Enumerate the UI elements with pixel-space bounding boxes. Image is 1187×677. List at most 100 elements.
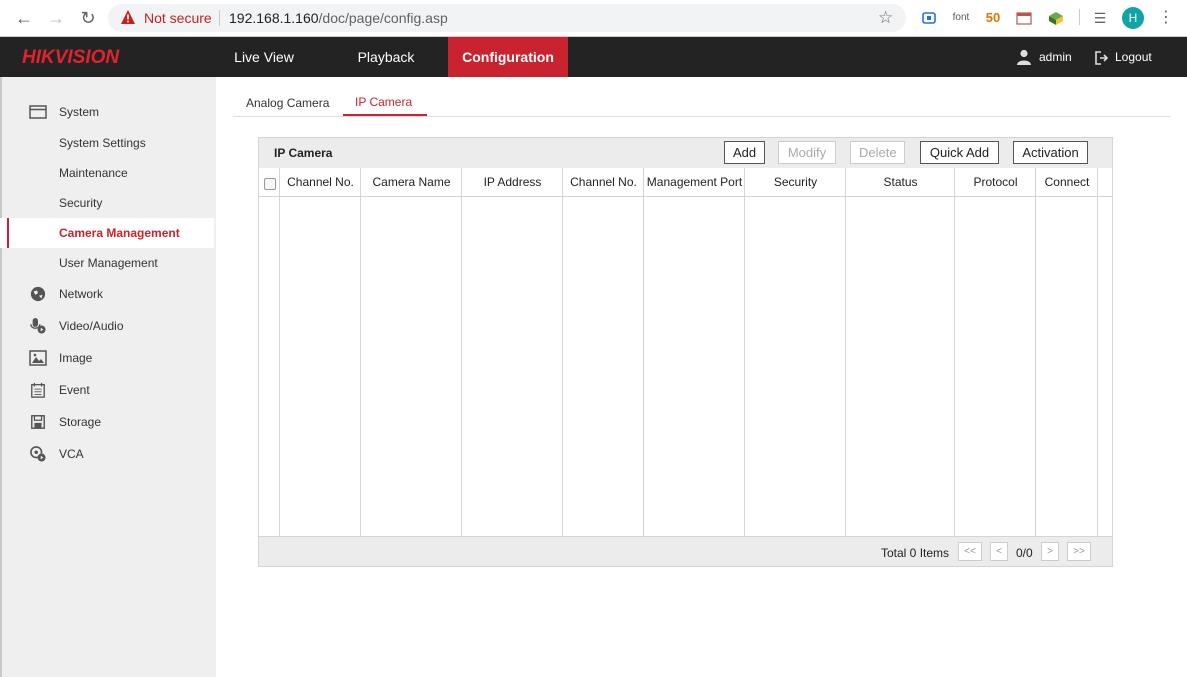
reload-icon[interactable]: ↻ [78,8,98,28]
sidebar-item-label: Security [59,196,103,210]
vca-icon [30,446,46,462]
bookmark-star-icon[interactable]: ☆ [878,8,893,28]
column-header-channel-no[interactable]: Channel No. [280,175,361,189]
delete-button[interactable]: Delete [850,141,905,164]
sidebar-item-system-settings[interactable]: System Settings [0,128,214,158]
image-icon [29,350,47,366]
sidebar-item-user-management[interactable]: User Management [0,248,214,278]
table-column [846,168,955,536]
sidebar-item-security[interactable]: Security [0,188,214,218]
font-extension-icon[interactable]: font [949,9,973,27]
column-header-security[interactable]: Security [745,175,846,189]
modify-button[interactable]: Modify [778,141,836,164]
prev-page-button[interactable]: < [990,542,1008,561]
column-header-ip-address[interactable]: IP Address [462,175,563,189]
browser-menu-icon[interactable]: ⋮ [1158,7,1174,27]
table-column [745,168,846,536]
profile-avatar[interactable]: H [1122,7,1144,29]
url-path: /doc/page/config.asp [318,10,448,26]
calendar-icon [31,382,45,398]
column-header-camera-name[interactable]: Camera Name [361,175,462,189]
panel-toolbar: IP Camera Add Modify Delete Quick Add Ac… [259,138,1112,168]
table-column [955,168,1036,536]
fifty-extension-icon[interactable]: 50 [983,9,1003,27]
sidebar-item-storage[interactable]: Storage [0,407,214,437]
tab-ip-camera[interactable]: IP Camera [355,95,412,109]
logout-link[interactable]: Logout [1115,50,1152,64]
logout-icon[interactable] [1095,50,1109,66]
user-icon [1017,49,1031,65]
sidebar-item-label: System [59,105,100,119]
table-column [259,168,280,536]
tab-playback[interactable]: Playback [338,37,434,77]
sidebar-item-label: Event [59,383,90,397]
active-tab-indicator [343,114,427,116]
username[interactable]: admin [1039,50,1072,64]
monitor-icon [29,105,47,119]
extension-icon[interactable] [920,9,938,27]
floppy-icon [31,415,45,429]
forward-arrow-icon[interactable]: → [46,8,66,28]
box-extension-icon[interactable] [1046,9,1066,27]
tab-analog-camera[interactable]: Analog Camera [246,96,329,110]
column-header-channel-no-2[interactable]: Channel No. [563,175,644,189]
subtab-divider [233,116,1170,117]
sidebar-item-label: User Management [59,256,158,270]
sidebar-item-label: Image [59,351,93,365]
sidebar-item-maintenance[interactable]: Maintenance [0,158,214,188]
column-header-management-port[interactable]: Management Port [644,175,745,189]
next-page-button[interactable]: > [1041,542,1059,561]
table-column [644,168,745,536]
warning-icon [121,10,135,24]
app-header [0,37,1187,77]
select-all-checkbox[interactable] [264,178,276,190]
sidebar-item-label: Camera Management [59,226,180,240]
table-column [462,168,563,536]
microphone-icon [30,318,46,334]
sidebar-item-network[interactable]: Network [0,279,214,309]
sidebar-item-label: Storage [59,415,102,429]
table-column [1036,168,1098,536]
tab-live-view[interactable]: Live View [216,37,312,77]
table-column [361,168,462,536]
url-host: 192.168.1.160 [229,10,319,26]
add-button[interactable]: Add [724,141,765,164]
quick-add-button[interactable]: Quick Add [920,141,999,164]
sidebar-item-label: Network [59,287,104,301]
address-bar[interactable] [108,4,906,32]
toolbar-divider [1079,9,1080,25]
last-page-button[interactable]: >> [1067,542,1091,561]
sidebar-item-label: VCA [59,447,84,461]
first-page-button[interactable]: << [958,542,982,561]
sidebar-item-camera-management[interactable]: Camera Management [0,218,214,248]
sidebar-item-label: Video/Audio [59,319,124,333]
sidebar-item-event[interactable]: Event [0,375,214,405]
table-column [280,168,361,536]
browser-toolbar: ← → ↻ Not secure 192.168.1.160/doc/page/… [0,0,1187,37]
sidebar-item-vca[interactable]: VCA [0,439,214,469]
sidebar-item-image[interactable]: Image [0,343,214,373]
tab-configuration[interactable]: Configuration [448,37,568,77]
ip-camera-panel: IP Camera Add Modify Delete Quick Add Ac… [258,137,1113,567]
media-queue-icon[interactable]: ☰ [1090,9,1110,27]
column-header-connect[interactable]: Connect [1036,175,1098,189]
sidebar-item-system[interactable]: System [0,97,214,127]
hikvision-logo: HIKVISION [22,47,120,68]
table-column [563,168,644,536]
page-indicator: 0/0 [1016,546,1033,560]
table-footer: Total 0 Items << < 0/0 > >> [259,536,1112,566]
url-text[interactable]: 192.168.1.160/doc/page/config.asp [229,10,448,26]
sidebar-item-label: System Settings [59,136,146,150]
calendar-extension-icon[interactable] [1014,9,1034,27]
column-header-protocol[interactable]: Protocol [955,175,1036,189]
total-items: Total 0 Items [881,546,950,560]
activation-button[interactable]: Activation [1013,141,1088,164]
back-arrow-icon[interactable]: ← [14,8,34,28]
globe-icon [30,286,46,302]
sidebar-item-video-audio[interactable]: Video/Audio [0,311,214,341]
sidebar-item-label: Maintenance [59,166,128,180]
security-label[interactable]: Not secure [144,10,212,26]
omnibox-divider [219,10,220,26]
panel-title: IP Camera [274,146,333,160]
column-header-status[interactable]: Status [846,175,955,189]
